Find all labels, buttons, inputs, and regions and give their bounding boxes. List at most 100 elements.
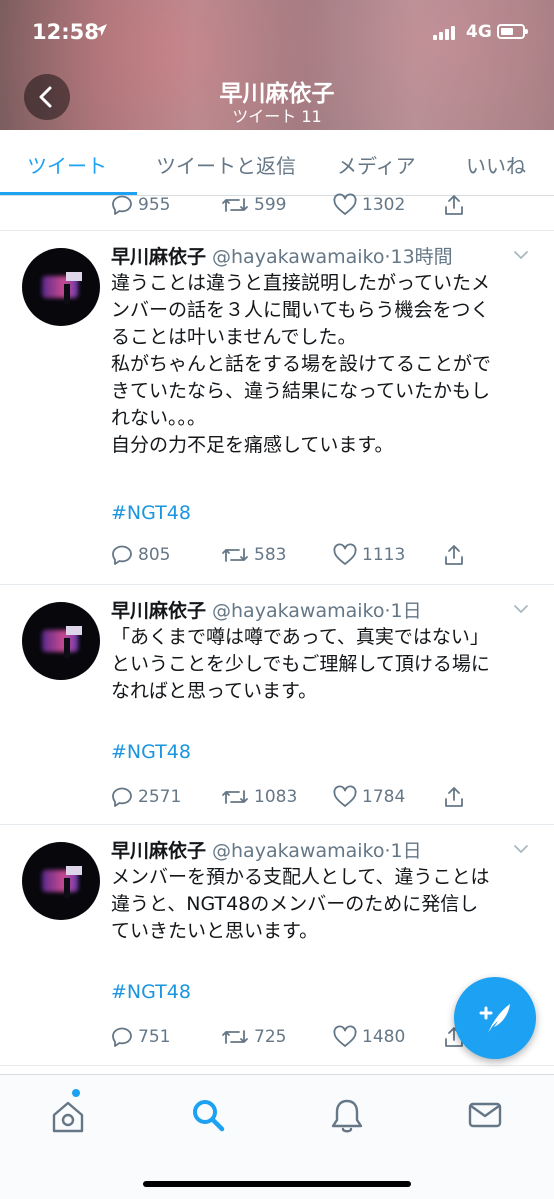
avatar[interactable] (22, 842, 100, 920)
status-time: 12:58 (32, 20, 99, 44)
tweet-line: れない。。。 (111, 407, 207, 429)
nav-home[interactable] (46, 1089, 90, 1137)
tab-media[interactable]: メディア (337, 150, 416, 179)
reply-icon (112, 545, 132, 565)
tweet-time: ·13時間 (384, 246, 453, 268)
retweet-button[interactable]: 725 (220, 1022, 286, 1052)
nav-search[interactable] (186, 1093, 230, 1137)
tweet-author-name[interactable]: 早川麻依子 (111, 840, 206, 862)
reply-count: 2571 (138, 787, 182, 807)
tweet-line: 「あくまで噂は噂であって、真実ではない」 (111, 626, 489, 648)
like-count: 1784 (362, 787, 406, 807)
tweet-author-name[interactable]: 早川麻依子 (111, 600, 206, 622)
signal-icon (433, 26, 457, 40)
tweet-author-handle[interactable]: @hayakawamaiko (212, 600, 384, 622)
chevron-down-icon[interactable] (513, 250, 529, 260)
retweet-count: 725 (254, 1027, 287, 1047)
tweet-author-handle[interactable]: @hayakawamaiko (212, 246, 384, 268)
retweet-button[interactable]: 599 (220, 190, 286, 220)
tweet-actions: 2571 1083 1784 (110, 782, 550, 812)
tweet-line: ていきたいと思います。 (111, 920, 319, 942)
reply-button[interactable]: 2571 (110, 782, 181, 812)
avatar[interactable] (22, 248, 100, 326)
tweet-author-handle[interactable]: @hayakawamaiko (212, 840, 384, 862)
heart-icon (333, 543, 357, 565)
location-arrow-icon (95, 24, 107, 36)
tab-likes[interactable]: いいね (466, 150, 526, 179)
like-button[interactable]: 1302 (332, 190, 405, 220)
avatar[interactable] (22, 602, 100, 680)
chevron-down-icon[interactable] (513, 604, 529, 614)
tweet-text: 違うことは違うと直接説明したがっていたメ ンバーの話を３人に聞いてもらう機会をつ… (111, 270, 531, 459)
retweet-icon (222, 198, 248, 212)
retweet-count: 599 (254, 195, 287, 215)
reply-icon (112, 195, 132, 215)
hashtag-link[interactable]: #NGT48 (111, 502, 191, 524)
tweet-line: メンバーを預かる支配人として、違うことは (111, 866, 490, 888)
bell-icon (331, 1099, 363, 1133)
retweet-count: 1083 (254, 787, 298, 807)
status-bar: 12:58 4G (0, 0, 554, 62)
share-button[interactable] (442, 540, 470, 570)
tweet-count: ツイート 11 (232, 107, 322, 126)
retweet-icon (222, 1030, 248, 1044)
reply-button[interactable]: 955 (110, 190, 170, 220)
tweet-line: 自分の力不足を痛感しています。 (111, 434, 394, 456)
tweet-line: 違うと、NGT48のメンバーのために発信し (111, 893, 479, 915)
nav-messages[interactable] (463, 1093, 507, 1137)
tweet-item[interactable]: 早川麻依子 @hayakawamaiko·13時間 違うことは違うと直接説明したが… (0, 232, 554, 585)
share-button[interactable] (442, 190, 470, 220)
tweet-header: 早川麻依子 @hayakawamaiko·1日 (111, 596, 422, 623)
reply-count: 805 (138, 545, 171, 565)
retweet-button[interactable]: 583 (220, 540, 286, 570)
tweet-line: なればと思っています。 (111, 680, 318, 702)
tweet-header: 早川麻依子 @hayakawamaiko·1日 (111, 836, 422, 863)
tweet-author-name[interactable]: 早川麻依子 (111, 246, 206, 268)
tweet-line: 私がちゃんと話をする場を設けてることがで (111, 353, 492, 375)
share-icon (445, 545, 463, 565)
chevron-down-icon[interactable] (513, 844, 529, 854)
reply-icon (112, 1027, 132, 1047)
heart-icon (333, 1025, 357, 1047)
retweet-button[interactable]: 1083 (220, 782, 297, 812)
tweet-item[interactable]: 早川麻依子 @hayakawamaiko·1日 「あくまで噂は噂であって、真実では… (0, 586, 554, 825)
compose-tweet-button[interactable] (454, 977, 536, 1059)
reply-button[interactable]: 805 (110, 540, 170, 570)
like-count: 1302 (362, 195, 406, 215)
tweet-header: 早川麻依子 @hayakawamaiko·13時間 (111, 242, 453, 269)
like-button[interactable]: 1784 (332, 782, 405, 812)
battery-icon (497, 24, 528, 39)
tweet-text: 「あくまで噂は噂であって、真実ではない」 ということを少しでもご理解して頂ける場… (111, 624, 531, 705)
search-icon (193, 1100, 225, 1132)
profile-tabs: ツイート ツイートと返信 メディア いいね (0, 130, 554, 196)
home-indicator[interactable] (143, 1181, 411, 1187)
compose-tweet-icon (479, 1004, 510, 1033)
tweet-line: ンバーの話を３人に聞いてもらう機会をつく (111, 299, 490, 321)
reply-count: 955 (138, 195, 171, 215)
retweet-count: 583 (254, 545, 287, 565)
tweet-text: メンバーを預かる支配人として、違うことは 違うと、NGT48のメンバーのために発… (111, 864, 531, 945)
tweet-time: ·1日 (384, 840, 422, 862)
hashtag-link[interactable]: #NGT48 (111, 741, 191, 763)
retweet-icon (222, 548, 248, 562)
reply-count: 751 (138, 1027, 171, 1047)
share-icon (445, 195, 463, 215)
new-content-dot (72, 1089, 80, 1097)
tweet-line: きていたなら、違う結果になっていたかもし (111, 380, 491, 402)
like-button[interactable]: 1480 (332, 1022, 405, 1052)
heart-icon (333, 785, 357, 807)
envelope-icon (468, 1102, 502, 1128)
profile-header: 12:58 4G 早川麻依子 ツイート 11 (0, 0, 554, 130)
bottom-navigation (0, 1074, 554, 1199)
tweet-line: ということを少しでもご理解して頂ける場に (111, 653, 490, 675)
network-type: 4G (466, 22, 492, 42)
like-button[interactable]: 1113 (332, 540, 405, 570)
share-button[interactable] (442, 782, 470, 812)
tweet-actions: 955 599 1302 (110, 190, 550, 220)
tab-tweets[interactable]: ツイート (27, 150, 107, 179)
tab-tweets-and-replies[interactable]: ツイートと返信 (156, 150, 296, 179)
hashtag-link[interactable]: #NGT48 (111, 981, 191, 1003)
reply-button[interactable]: 751 (110, 1022, 170, 1052)
nav-notifications[interactable] (325, 1093, 369, 1137)
heart-icon (333, 193, 357, 215)
